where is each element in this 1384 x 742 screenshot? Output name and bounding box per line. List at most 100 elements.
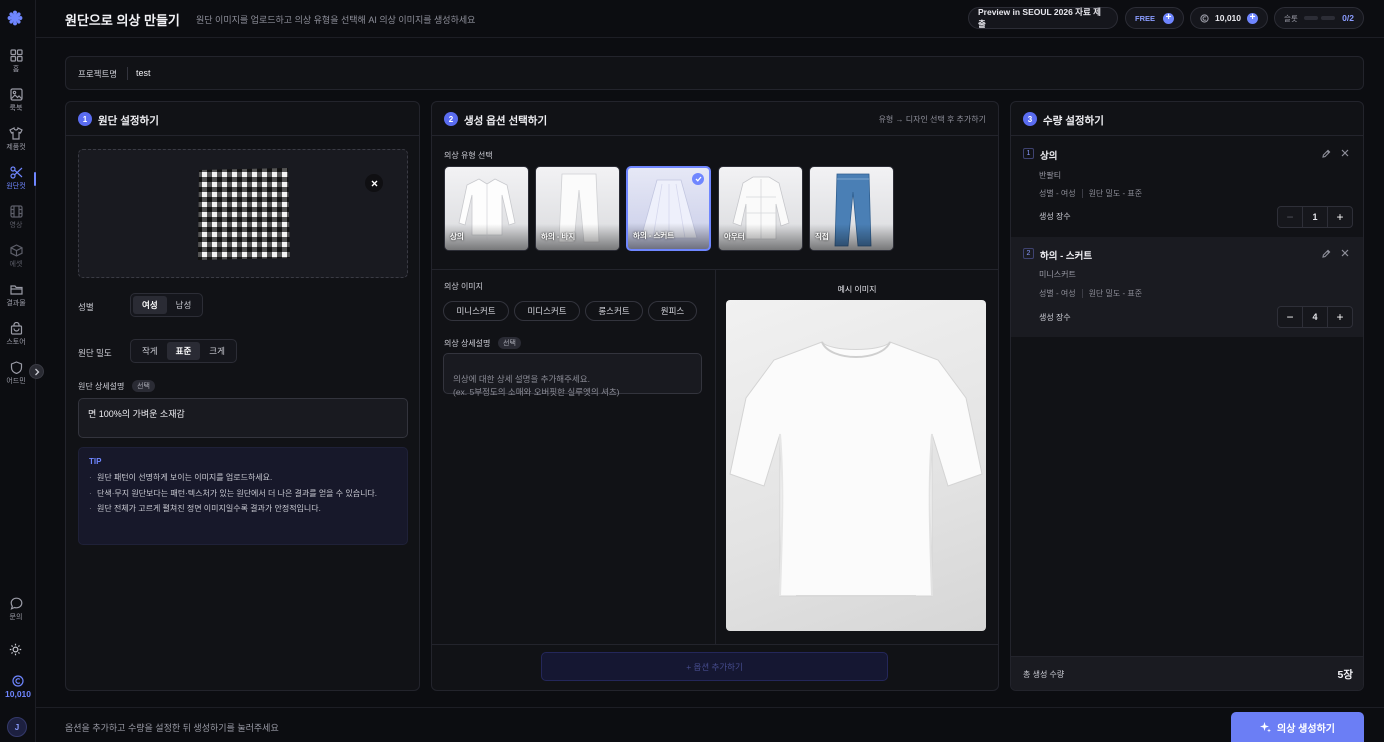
top-header: 원단으로 의상 만들기 원단 이미지를 업로드하고 의상 유형을 선택해 AI … bbox=[36, 0, 1384, 38]
density-option-small[interactable]: 작게 bbox=[133, 342, 167, 360]
type-card-label: 하의 - 바지 bbox=[541, 232, 576, 241]
sidebar-item-store[interactable]: 스토어 bbox=[0, 322, 32, 356]
clothing-detail-textarea[interactable]: 의상에 대한 상세 설명을 추가해주세요. (ex. 5부정도의 소매와 오버핏… bbox=[443, 353, 702, 397]
sidebar-credits-value: 10,010 bbox=[5, 689, 31, 699]
fabric-settings-panel: 1 원단 설정하기 성별 여성 남성 원단 밀도 작게 표준 크게 원단 상세설… bbox=[65, 101, 420, 691]
quantity-panel: 3 수량 설정하기 1 상의 반팔티 성별 - 여성 원단 밀도 - 표준 생성 … bbox=[1010, 101, 1364, 691]
close-icon[interactable] bbox=[1341, 149, 1349, 157]
sidebar-item-video[interactable]: 영상 bbox=[0, 205, 32, 239]
type-card-label: 아우터 bbox=[724, 232, 745, 241]
sidebar-item-asset[interactable]: 에셋 bbox=[0, 244, 32, 278]
item-index: 2 bbox=[1023, 248, 1034, 259]
credit-coin-icon bbox=[1200, 13, 1209, 23]
divider bbox=[127, 67, 128, 80]
sidebar-item-label: 스토어 bbox=[6, 339, 26, 346]
remove-fabric-button[interactable] bbox=[365, 174, 383, 192]
panel-hint: 유형 → 디자인 선택 후 추가하기 bbox=[878, 115, 986, 124]
theme-toggle-button[interactable] bbox=[9, 643, 22, 656]
gender-option-male[interactable]: 남성 bbox=[167, 296, 201, 314]
tip-title: TIP bbox=[89, 457, 102, 466]
sidebar-item-label: 영상 bbox=[9, 222, 23, 229]
sidebar-item-label: 룩북 bbox=[9, 105, 23, 112]
item-subtitle: 미니스커트 bbox=[1039, 270, 1076, 279]
quantity-item: 1 상의 반팔티 성별 - 여성 원단 밀도 - 표준 생성 장수 − 1 + bbox=[1011, 137, 1363, 237]
credit-coin-icon bbox=[12, 675, 24, 687]
project-name-input[interactable]: test bbox=[136, 68, 151, 78]
gender-option-female[interactable]: 여성 bbox=[133, 296, 167, 314]
edit-icon[interactable] bbox=[1322, 149, 1331, 158]
step-number: 2 bbox=[444, 112, 458, 126]
quantity-value[interactable]: 4 bbox=[1302, 307, 1328, 327]
plan-badge[interactable]: FREE + bbox=[1125, 7, 1184, 29]
generate-button[interactable]: 의상 생성하기 bbox=[1231, 712, 1364, 742]
sidebar-item-label: 제품컷 bbox=[6, 144, 26, 151]
item-index: 1 bbox=[1023, 148, 1034, 159]
density-option-large[interactable]: 크게 bbox=[200, 342, 234, 360]
fabric-upload-area[interactable] bbox=[78, 149, 408, 278]
item-gender: 성별 - 여성 bbox=[1039, 289, 1076, 298]
fabric-preview-image bbox=[198, 168, 290, 260]
fabric-desc-textarea[interactable]: 면 100%의 가벼운 소재감 bbox=[78, 398, 408, 438]
footer-hint: 옵션을 추가하고 수량을 설정한 뒤 생성하기를 눌러주세요 bbox=[65, 723, 279, 733]
density-selector: 작게 표준 크게 bbox=[130, 339, 237, 363]
type-card-top[interactable]: 상의 bbox=[444, 166, 529, 251]
sidebar-item-lookbook[interactable]: 룩북 bbox=[0, 88, 32, 122]
project-name-label: 프로젝트명 bbox=[78, 69, 118, 79]
credits-value: 10,010 bbox=[1215, 13, 1241, 23]
page-subtitle: 원단 이미지를 업로드하고 의상 유형을 선택해 AI 의상 이미지를 생성하세… bbox=[196, 15, 476, 25]
density-option-standard[interactable]: 표준 bbox=[166, 342, 201, 360]
sidebar-item-inquiry[interactable]: 문의 bbox=[0, 597, 32, 631]
sidebar-item-label: 어드민 bbox=[6, 378, 26, 385]
divider bbox=[715, 270, 716, 644]
sidebar-item-fabric[interactable]: 원단컷 bbox=[0, 166, 36, 200]
item-gender: 성별 - 여성 bbox=[1039, 189, 1076, 198]
example-image-label: 예시 이미지 bbox=[837, 285, 877, 294]
preview-submit-button[interactable]: Preview in SEOUL 2026 자료 제출 bbox=[968, 7, 1118, 29]
style-chip-mini[interactable]: 미니스커트 bbox=[443, 301, 509, 321]
sidebar-item-label: 에셋 bbox=[9, 261, 23, 268]
generate-button-label: 의상 생성하기 bbox=[1277, 723, 1335, 735]
app-logo[interactable] bbox=[7, 10, 23, 26]
footer-bar: 옵션을 추가하고 수량을 설정한 뒤 생성하기를 눌러주세요 bbox=[36, 707, 1384, 742]
credits-badge[interactable]: 10,010 + bbox=[1190, 7, 1268, 29]
increment-button[interactable]: + bbox=[1328, 307, 1352, 327]
step-number: 1 bbox=[78, 112, 92, 126]
sidebar-expand-button[interactable] bbox=[29, 364, 44, 379]
item-title: 하의 - 스커트 bbox=[1040, 251, 1093, 262]
decrement-button[interactable]: − bbox=[1278, 207, 1302, 227]
sun-icon bbox=[9, 643, 22, 656]
add-option-button[interactable]: + 옵션 추가하기 bbox=[541, 652, 888, 681]
tshirt-icon bbox=[729, 341, 983, 597]
increment-button[interactable]: + bbox=[1328, 207, 1352, 227]
style-chip-long[interactable]: 롱스커트 bbox=[585, 301, 643, 321]
scissors-icon bbox=[9, 166, 22, 179]
type-card-custom[interactable]: 직접 bbox=[809, 166, 894, 251]
edit-icon[interactable] bbox=[1322, 249, 1331, 258]
grid-icon bbox=[9, 49, 23, 62]
sparkle-icon bbox=[1260, 721, 1271, 732]
sidebar-item-product[interactable]: 제품컷 bbox=[0, 127, 32, 161]
sidebar-item-results[interactable]: 결과물 bbox=[0, 283, 32, 317]
style-chip-dress[interactable]: 원피스 bbox=[648, 301, 697, 321]
project-name-bar: 프로젝트명 test bbox=[65, 56, 1364, 90]
detail-label: 의상 상세설명 bbox=[444, 339, 491, 348]
type-card-outer[interactable]: 아우터 bbox=[718, 166, 803, 251]
slot-badge[interactable]: 슬롯 0/2 bbox=[1274, 7, 1364, 29]
avatar[interactable]: J bbox=[7, 717, 27, 737]
quantity-value[interactable]: 1 bbox=[1302, 207, 1328, 227]
add-option-label: + 옵션 추가하기 bbox=[686, 661, 743, 672]
style-chip-midi[interactable]: 미디스커트 bbox=[514, 301, 580, 321]
sidebar-item-admin[interactable]: 어드민 bbox=[0, 361, 32, 395]
type-card-pants[interactable]: 하의 - 바지 bbox=[535, 166, 620, 251]
fabric-desc-label: 원단 상세설명 bbox=[78, 382, 125, 391]
close-icon[interactable] bbox=[1341, 249, 1349, 257]
quantity-stepper: − 1 + bbox=[1277, 206, 1353, 228]
item-title: 상의 bbox=[1040, 151, 1058, 162]
plan-label: FREE bbox=[1135, 13, 1156, 23]
decrement-button[interactable]: − bbox=[1278, 307, 1302, 327]
panel-header: 3 수량 설정하기 bbox=[1011, 102, 1363, 136]
sidebar-item-home[interactable]: 홈 bbox=[0, 49, 32, 83]
panel-title: 원단 설정하기 bbox=[98, 115, 159, 127]
type-card-skirt[interactable]: 하의 - 스커트 bbox=[626, 166, 711, 251]
film-icon bbox=[9, 205, 23, 218]
